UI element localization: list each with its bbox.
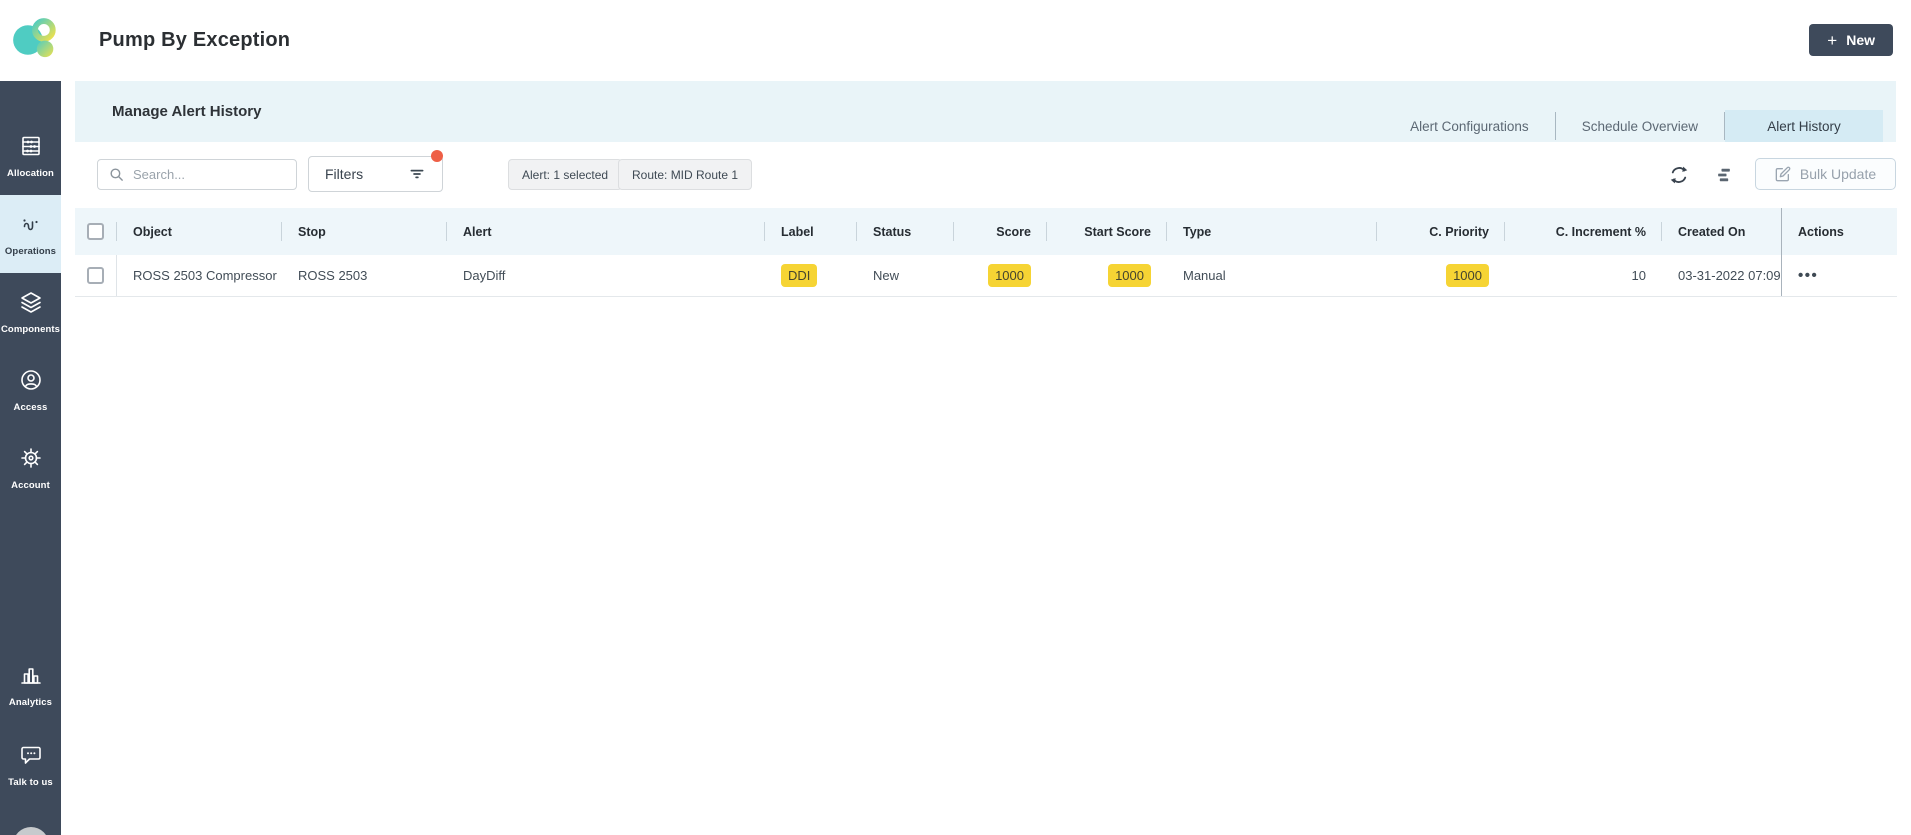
bulk-update-label: Bulk Update: [1800, 166, 1876, 182]
cell-status: New: [856, 255, 953, 296]
col-header-label[interactable]: Label: [764, 208, 856, 255]
col-header-actions: Actions: [1781, 208, 1897, 255]
table-header-row: Object Stop Alert Label Status Score Sta…: [75, 208, 1897, 255]
start-score-badge: 1000: [1108, 264, 1151, 287]
bar-chart-icon: [19, 663, 43, 692]
user-avatar[interactable]: [13, 827, 49, 835]
cell-score: 1000: [953, 255, 1046, 296]
bulk-update-button[interactable]: Bulk Update: [1755, 158, 1896, 190]
col-header-c-increment[interactable]: C. Increment %: [1504, 208, 1661, 255]
select-all-checkbox-cell: [75, 208, 116, 255]
sidebar-item-allocation[interactable]: Allocation: [0, 117, 61, 195]
cell-stop: ROSS 2503: [281, 255, 446, 296]
wave-icon: [19, 212, 43, 241]
new-button-label: New: [1846, 32, 1875, 48]
gear-icon: [19, 446, 43, 475]
cell-type: Manual: [1166, 255, 1376, 296]
cell-c-increment: 10: [1504, 255, 1661, 296]
cell-alert: DayDiff: [446, 255, 764, 296]
sidebar-item-account[interactable]: Account: [0, 429, 61, 507]
alert-history-table: Object Stop Alert Label Status Score Sta…: [75, 208, 1897, 297]
table-toolbar: Filters Alert: 1 selected Route: MID Rou…: [75, 156, 1896, 192]
filters-dropdown[interactable]: Filters: [308, 156, 443, 192]
cell-label: DDI: [764, 255, 856, 296]
sidebar-item-label: Access: [14, 402, 48, 413]
col-header-status[interactable]: Status: [856, 208, 953, 255]
filter-lines-icon: [408, 165, 426, 183]
col-header-c-priority[interactable]: C. Priority: [1376, 208, 1504, 255]
tab-alert-configurations[interactable]: Alert Configurations: [1384, 110, 1555, 142]
row-actions-menu-button[interactable]: •••: [1798, 267, 1818, 284]
tab-bar: Alert Configurations Schedule Overview A…: [1384, 110, 1883, 142]
person-circle-icon: [19, 368, 43, 397]
search-input[interactable]: [133, 167, 286, 182]
col-header-type[interactable]: Type: [1166, 208, 1376, 255]
sidebar-nav: Allocation Operations Components: [0, 81, 61, 835]
col-header-score[interactable]: Score: [953, 208, 1046, 255]
cell-c-priority: 1000: [1376, 255, 1504, 296]
filter-chip-alert[interactable]: Alert: 1 selected: [508, 159, 622, 190]
search-box: [97, 159, 297, 190]
filters-label: Filters: [325, 166, 363, 182]
c-priority-badge: 1000: [1446, 264, 1489, 287]
cell-object: ROSS 2503 Compressor: [116, 255, 281, 296]
layers-icon: [19, 290, 43, 319]
sidebar-item-label: Talk to us: [8, 777, 53, 788]
plus-icon: +: [1827, 32, 1837, 49]
sidebar-item-analytics[interactable]: Analytics: [0, 663, 61, 707]
col-header-alert[interactable]: Alert: [446, 208, 764, 255]
sidebar-item-operations[interactable]: Operations: [0, 195, 61, 273]
col-header-created-on[interactable]: Created On: [1661, 208, 1781, 255]
chat-bubble-icon: [19, 743, 43, 772]
abacus-icon: [19, 134, 43, 163]
sidebar-item-label: Account: [11, 480, 50, 491]
page-header-strip: Manage Alert History Alert Configuration…: [75, 81, 1896, 142]
sidebar-item-label: Components: [1, 324, 60, 335]
col-header-object[interactable]: Object: [116, 208, 281, 255]
refresh-button[interactable]: [1665, 161, 1693, 189]
row-checkbox[interactable]: [87, 267, 104, 284]
cell-created-on: 03-31-2022 07:09: [1661, 255, 1781, 296]
sidebar-item-talk-to-us[interactable]: Talk to us: [0, 743, 61, 787]
score-badge: 1000: [988, 264, 1031, 287]
col-header-stop[interactable]: Stop: [281, 208, 446, 255]
new-button[interactable]: + New: [1809, 24, 1893, 56]
page-title: Manage Alert History: [112, 81, 261, 142]
sidebar-item-access[interactable]: Access: [0, 351, 61, 429]
app-window: Pump By Exception + New Allocation: [0, 0, 1911, 835]
col-header-start-score[interactable]: Start Score: [1046, 208, 1166, 255]
select-all-checkbox[interactable]: [87, 223, 104, 240]
row-checkbox-cell: [75, 255, 116, 296]
app-title: Pump By Exception: [99, 0, 290, 81]
top-header: Pump By Exception + New: [0, 0, 1911, 81]
label-badge: DDI: [781, 264, 817, 287]
sidebar-item-components[interactable]: Components: [0, 273, 61, 351]
tab-alert-history[interactable]: Alert History: [1725, 110, 1883, 142]
edit-pencil-icon: [1775, 166, 1791, 182]
cell-start-score: 1000: [1046, 255, 1166, 296]
sidebar-item-label: Allocation: [7, 168, 54, 179]
cell-actions: •••: [1781, 255, 1897, 296]
filter-chip-route[interactable]: Route: MID Route 1: [618, 159, 752, 190]
sidebar-item-label: Analytics: [9, 697, 52, 708]
tab-schedule-overview[interactable]: Schedule Overview: [1556, 110, 1724, 142]
search-icon: [108, 166, 125, 183]
table-row[interactable]: ROSS 2503 Compressor ROSS 2503 DayDiff D…: [75, 255, 1897, 297]
active-filter-indicator-dot: [431, 150, 443, 162]
row-density-button[interactable]: [1710, 161, 1738, 189]
company-logo-icon[interactable]: [9, 14, 61, 66]
sidebar-item-label: Operations: [5, 246, 56, 257]
